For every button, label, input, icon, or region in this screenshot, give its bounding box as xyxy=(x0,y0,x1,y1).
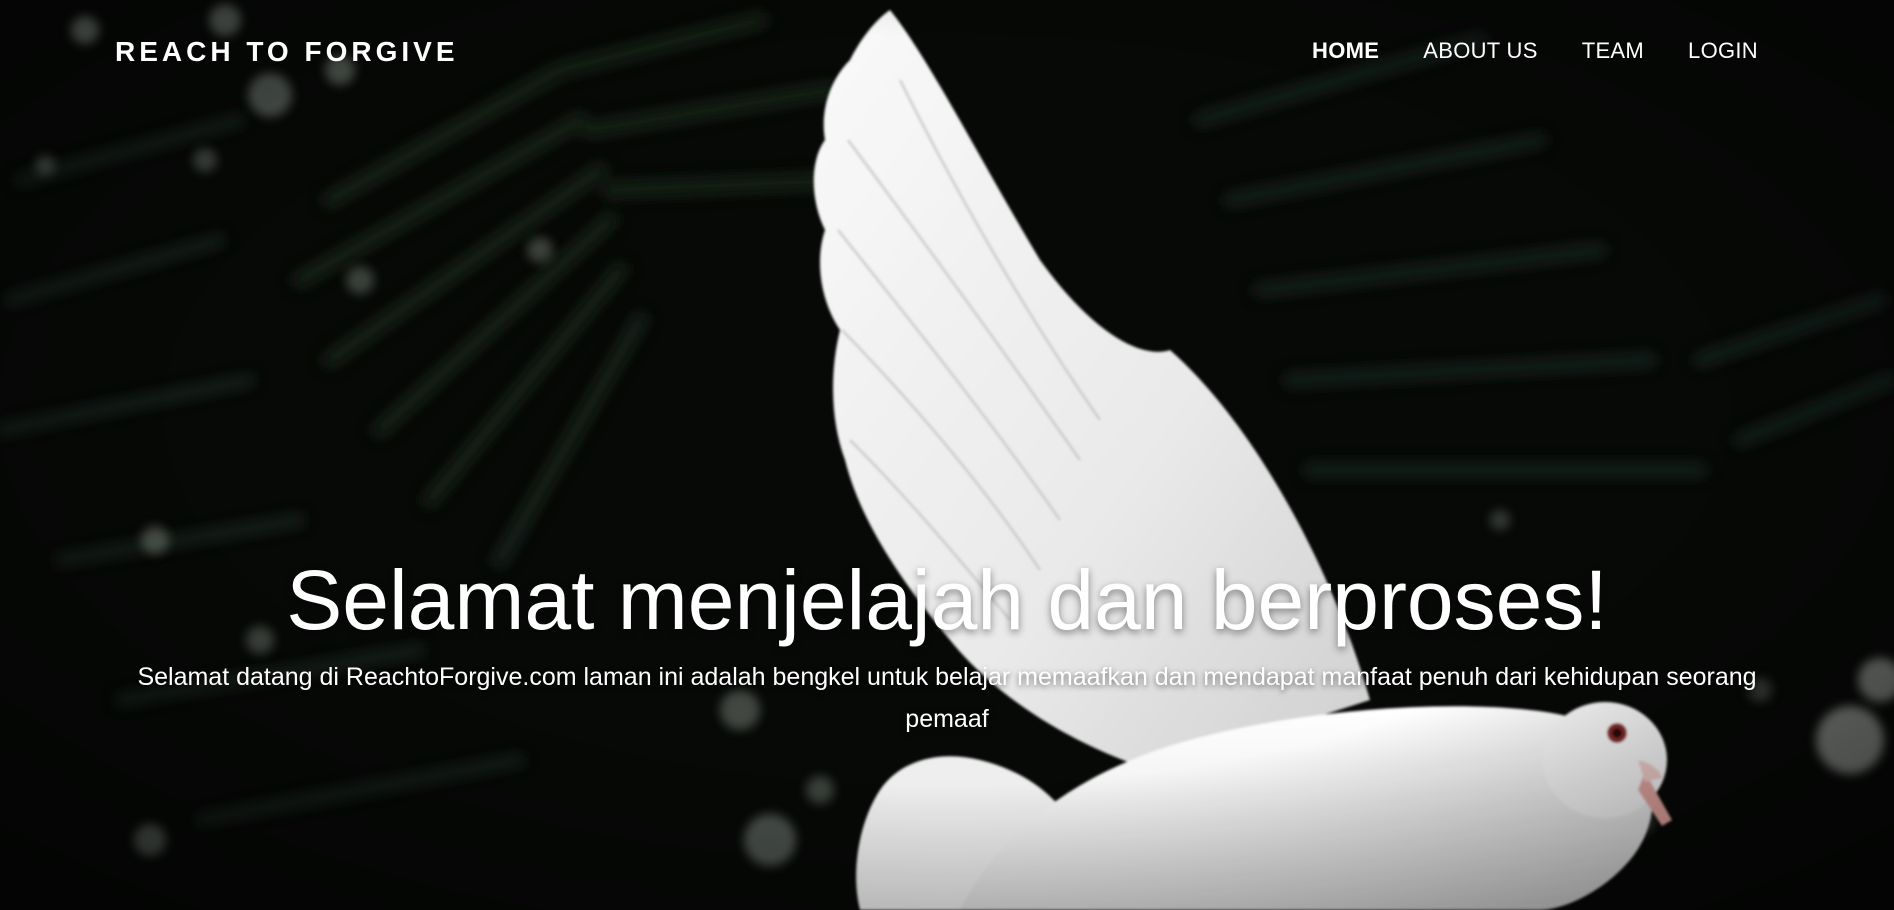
landing-page: REACH TO FORGIVE HOME ABOUT US TEAM LOGI… xyxy=(0,0,1894,910)
hero-title: Selamat menjelajah dan berproses! xyxy=(286,553,1608,647)
brand-logo-link[interactable]: REACH TO FORGIVE xyxy=(115,36,459,68)
nav-home-link[interactable]: HOME xyxy=(1312,38,1379,64)
main-navigation: HOME ABOUT US TEAM LOGIN xyxy=(1312,38,1758,64)
hero-section: Selamat menjelajah dan berproses! Selama… xyxy=(0,548,1894,740)
hero-background-image xyxy=(0,0,1894,910)
hero-subtitle: Selamat datang di ReachtoForgive.com lam… xyxy=(137,663,1757,733)
nav-login-link[interactable]: LOGIN xyxy=(1688,38,1758,64)
top-navbar: REACH TO FORGIVE HOME ABOUT US TEAM LOGI… xyxy=(0,0,1894,106)
nav-about-us-link[interactable]: ABOUT US xyxy=(1423,38,1537,64)
nav-team-link[interactable]: TEAM xyxy=(1582,38,1644,64)
